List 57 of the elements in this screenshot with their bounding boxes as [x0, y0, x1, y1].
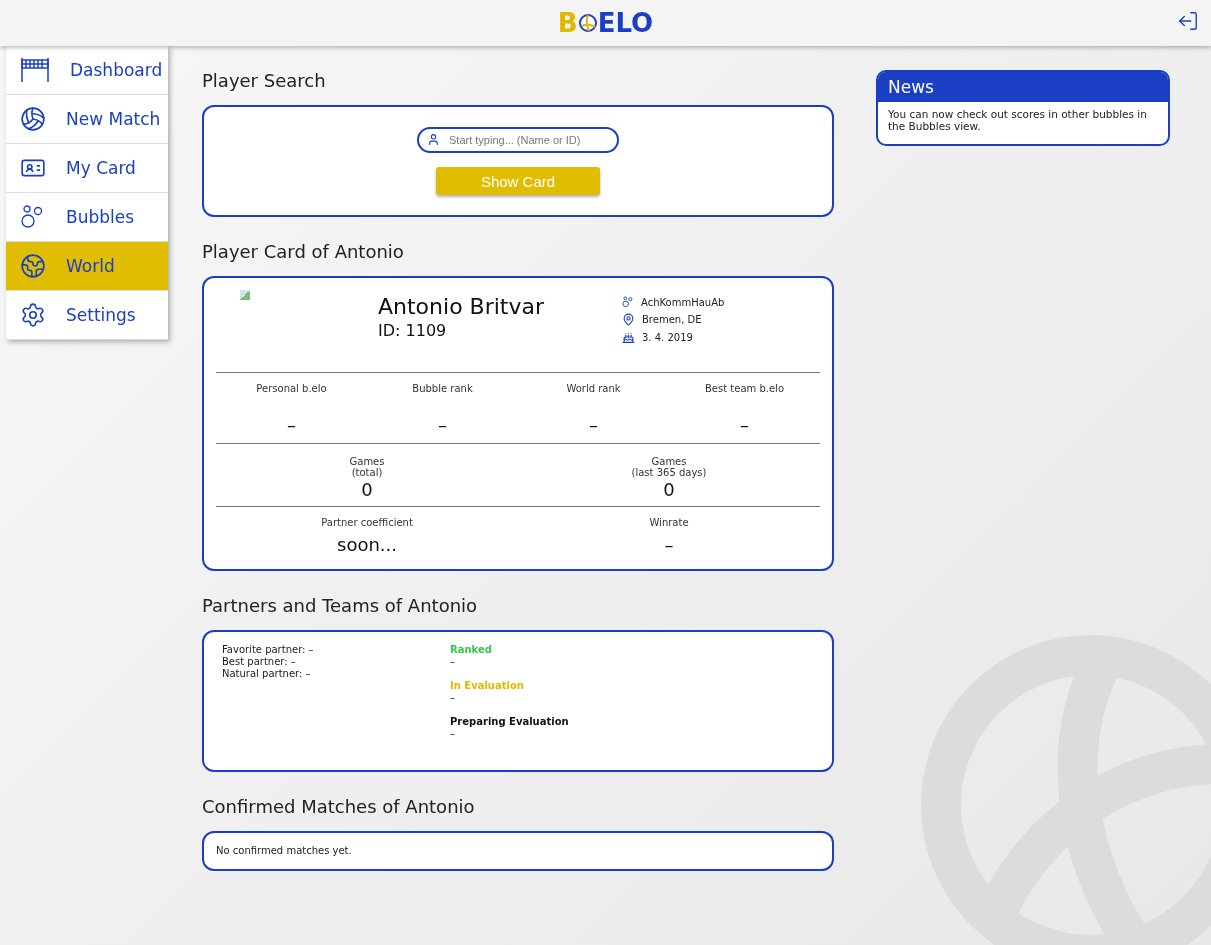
stat-sublabel: (total) — [351, 467, 383, 478]
player-id: ID: 1109 — [378, 321, 448, 340]
stat-value: soon... — [337, 534, 397, 555]
player-detail: AchKommHauAb — [641, 296, 725, 308]
partner-line: Favorite partner: – — [222, 644, 315, 656]
empty-message: No confirmed matches yet. — [216, 845, 353, 857]
stat-label: World rank — [566, 383, 621, 394]
team-group-value: – — [450, 728, 456, 740]
settings-icon — [20, 302, 46, 328]
stat-label: Bubble rank — [412, 383, 473, 394]
stat-label: Best team b.elo — [705, 383, 784, 394]
stat-value: – — [438, 414, 447, 435]
player-detail: Bremen, DE — [642, 314, 702, 325]
stat-label: Winrate — [649, 517, 689, 528]
team-group-value: – — [450, 692, 456, 704]
section-title: Player Card of Antonio — [202, 241, 405, 262]
user-icon — [427, 133, 440, 146]
player-name: Antonio Britvar — [378, 294, 545, 319]
stat-sublabel: (last 365 days) — [631, 467, 707, 478]
team-group-heading: Preparing Evaluation — [450, 716, 569, 728]
stat-label: Partner coefficient — [321, 517, 413, 528]
section-title: Confirmed Matches of Antonio — [202, 796, 476, 817]
section-title: Player Search — [202, 70, 327, 91]
ball-icon — [20, 106, 46, 132]
sidebar-item[interactable]: My Card — [6, 144, 168, 193]
globe-icon — [20, 253, 46, 279]
news-title: News — [878, 72, 1168, 102]
player-detail: 3. 4. 2019 — [642, 332, 693, 343]
stat-value: 0 — [361, 479, 373, 500]
stat-value: – — [287, 414, 296, 435]
logout-button[interactable] — [1177, 10, 1199, 32]
stat-value: – — [589, 414, 598, 435]
cake-icon — [622, 331, 635, 344]
sidebar-item[interactable]: World — [6, 242, 168, 291]
sidebar-item[interactable]: Dashboard — [6, 46, 168, 95]
team-group-heading: In Evaluation — [450, 680, 525, 692]
sidebar-item[interactable]: New Match — [6, 95, 168, 144]
stat-value: – — [664, 534, 674, 555]
stat-label: Games — [651, 456, 687, 467]
section-title: Partners and Teams of Antonio — [202, 595, 479, 616]
net-icon — [20, 57, 50, 83]
broken-image-icon — [240, 290, 250, 300]
search-field[interactable]: Start typing... (Name or ID) — [417, 127, 619, 153]
stat-value: – — [740, 414, 749, 435]
location-pin-icon — [622, 313, 635, 326]
logo: B ELO — [557, 8, 654, 38]
partner-line: Natural partner: – — [222, 668, 312, 680]
stat-label: Games — [349, 456, 385, 467]
sidebar-item[interactable]: Bubbles — [6, 193, 168, 242]
stat-value: 0 — [663, 479, 675, 500]
bubbles-icon — [622, 296, 634, 308]
team-group-heading: Ranked — [450, 644, 493, 656]
news-text: You can now check out scores in other bubbles in the Bubbles view. — [887, 107, 1148, 134]
partner-line: Best partner: – — [222, 656, 297, 668]
team-group-value: – — [450, 656, 456, 668]
sidebar-item[interactable]: Settings — [6, 291, 168, 340]
stat-label: Personal b.elo — [256, 383, 327, 394]
